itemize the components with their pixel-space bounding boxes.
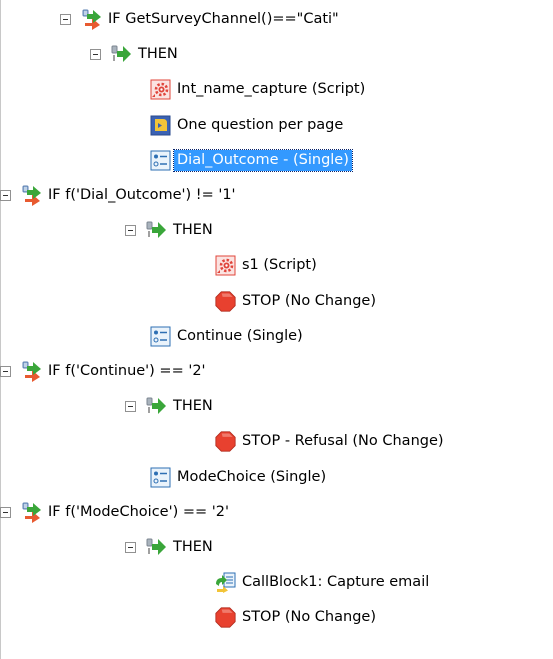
tree-node-label[interactable]: STOP - Refusal (No Change) [239, 431, 447, 452]
tree-node[interactable]: THEN [90, 41, 181, 67]
tree-node[interactable]: THEN [125, 217, 216, 243]
tree-node[interactable]: CallBlock1: Capture email [215, 569, 432, 595]
tree-node[interactable]: THEN [125, 393, 216, 419]
collapse-toggle[interactable] [90, 48, 101, 60]
if-condition-icon [21, 361, 42, 382]
tree-node[interactable]: One question per page [150, 112, 346, 138]
tree-node-label[interactable]: Dial_Outcome - (Single) [173, 148, 353, 172]
collapse-toggle[interactable] [60, 13, 71, 25]
tree-node-label[interactable]: IF f('ModeChoice') == '2' [45, 502, 232, 523]
stop-icon [215, 290, 236, 312]
tree-node[interactable]: THEN [125, 534, 216, 560]
tree-node-label[interactable]: THEN [135, 44, 181, 65]
collapse-toggle[interactable] [0, 189, 11, 201]
tree-node-label[interactable]: IF GetSurveyChannel()=="Cati" [105, 9, 342, 30]
call-block-icon [215, 572, 236, 593]
tree-node-label[interactable]: STOP (No Change) [239, 291, 379, 312]
tree-node[interactable]: IF f('ModeChoice') == '2' [0, 499, 232, 525]
tree-node[interactable]: ModeChoice (Single) [150, 464, 329, 490]
tree-node[interactable]: Dial_Outcome - (Single) [150, 147, 353, 173]
tree-node-label[interactable]: Continue (Single) [174, 326, 306, 347]
tree-node[interactable]: STOP (No Change) [215, 604, 379, 630]
script-icon [215, 255, 236, 276]
collapse-toggle[interactable] [125, 224, 136, 236]
then-branch-icon [111, 44, 132, 65]
tree-node[interactable]: Int_name_capture (Script) [150, 76, 368, 102]
tree-node[interactable]: Continue (Single) [150, 323, 306, 349]
then-branch-icon [146, 537, 167, 558]
tree-node-label[interactable]: Int_name_capture (Script) [174, 79, 368, 100]
stop-icon [215, 606, 236, 628]
then-branch-icon [146, 396, 167, 417]
collapse-toggle[interactable] [0, 365, 11, 377]
tree-node-label[interactable]: THEN [170, 220, 216, 241]
if-condition-icon [81, 9, 102, 30]
tree-node[interactable]: IF f('Dial_Outcome') != '1' [0, 182, 239, 208]
single-question-icon [150, 467, 171, 488]
page-break-icon [150, 115, 171, 136]
tree-node-label[interactable]: IF f('Continue') == '2' [45, 361, 209, 382]
stop-icon [215, 430, 236, 452]
tree-node[interactable]: IF f('Continue') == '2' [0, 358, 209, 384]
survey-routing-tree[interactable]: IF GetSurveyChannel()=="Cati" THEN Int_nam… [0, 0, 553, 659]
if-condition-icon [21, 185, 42, 206]
single-question-icon [150, 326, 171, 347]
tree-node-label[interactable]: One question per page [174, 115, 346, 136]
then-branch-icon [146, 220, 167, 241]
collapse-toggle[interactable] [125, 541, 136, 553]
script-icon [150, 79, 171, 100]
tree-node[interactable]: s1 (Script) [215, 252, 320, 278]
tree-node-label[interactable]: IF f('Dial_Outcome') != '1' [45, 185, 239, 206]
tree-node-label[interactable]: s1 (Script) [239, 255, 320, 276]
tree-node[interactable]: IF GetSurveyChannel()=="Cati" [60, 6, 342, 32]
collapse-toggle[interactable] [125, 400, 136, 412]
collapse-toggle[interactable] [0, 506, 11, 518]
tree-node-label[interactable]: THEN [170, 396, 216, 417]
tree-node-label[interactable]: STOP (No Change) [239, 607, 379, 628]
tree-node-label[interactable]: THEN [170, 537, 216, 558]
single-question-icon [150, 150, 171, 171]
tree-node-label[interactable]: ModeChoice (Single) [174, 467, 329, 488]
tree-node[interactable]: STOP (No Change) [215, 288, 379, 314]
tree-node[interactable]: STOP - Refusal (No Change) [215, 428, 447, 454]
tree-node-label[interactable]: CallBlock1: Capture email [239, 572, 432, 593]
if-condition-icon [21, 502, 42, 523]
tree-border [0, 0, 1, 659]
